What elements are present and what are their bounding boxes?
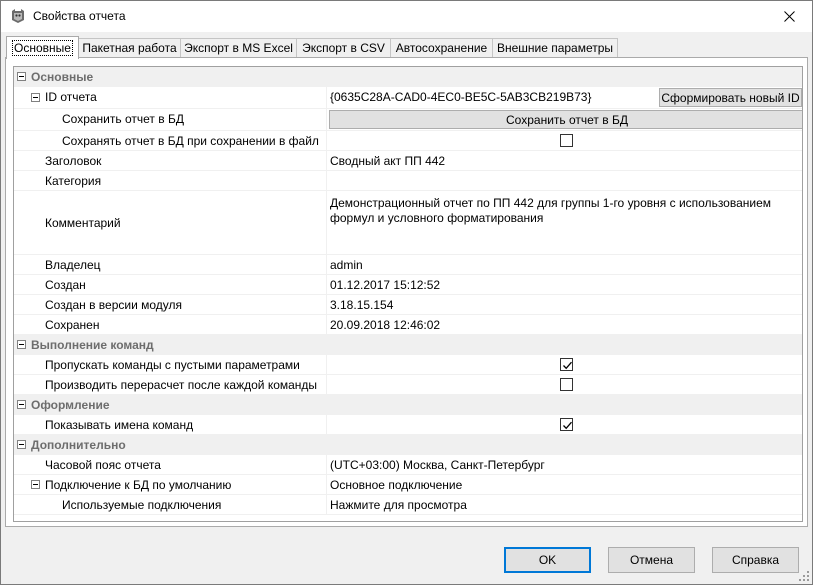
owner-value: admin	[330, 258, 363, 272]
save-db-on-file-checkbox[interactable]	[560, 134, 573, 147]
collapse-icon[interactable]	[31, 93, 40, 102]
close-icon	[783, 11, 795, 22]
db-connection-value[interactable]: Основное подключение	[330, 478, 462, 492]
created-value: 01.12.2017 15:12:52	[330, 278, 441, 292]
collapse-icon[interactable]	[17, 440, 26, 449]
category-main[interactable]: Основные	[14, 67, 802, 87]
category-additional[interactable]: Дополнительно	[14, 435, 802, 455]
checkmark-icon	[563, 421, 572, 430]
recalc-checkbox[interactable]	[560, 378, 573, 391]
tab-panel-main: Основные ID отчета {0635C28A-CAD0-4EC0-B…	[5, 57, 808, 527]
prop-row-skip-empty[interactable]: Пропускать команды с пустыми параметрами	[14, 355, 802, 375]
ok-button[interactable]: OK	[504, 547, 591, 573]
prop-row-saved[interactable]: Сохранен 20.09.2018 12:46:02	[14, 315, 802, 335]
show-names-checkbox[interactable]	[560, 418, 573, 431]
tab-csv-export[interactable]: Экспорт в CSV	[296, 38, 391, 57]
prop-row-recalc[interactable]: Производить перерасчет после каждой кома…	[14, 375, 802, 395]
created-version-value: 3.18.15.154	[330, 298, 394, 312]
app-icon	[10, 8, 26, 24]
tab-autosave[interactable]: Автосохранение	[390, 38, 493, 57]
category-design[interactable]: Оформление	[14, 395, 802, 415]
cancel-button[interactable]: Отмена	[608, 547, 695, 573]
title-bar: Свойства отчета	[1, 1, 812, 32]
prop-row-timezone[interactable]: Часовой пояс отчета (UTC+03:00) Москва, …	[14, 455, 802, 475]
save-to-db-button[interactable]: Сохранить отчет в БД	[329, 110, 802, 129]
collapse-icon[interactable]	[17, 340, 26, 349]
collapse-icon[interactable]	[17, 72, 26, 81]
timezone-value[interactable]: (UTC+03:00) Москва, Санкт-Петербург	[330, 458, 545, 472]
property-grid: Основные ID отчета {0635C28A-CAD0-4EC0-B…	[13, 66, 803, 522]
prop-row-header[interactable]: Заголовок Сводный акт ПП 442	[14, 151, 802, 171]
tab-main[interactable]: Основные	[6, 36, 79, 59]
help-button[interactable]: Справка	[712, 547, 799, 573]
prop-row-created-version[interactable]: Создан в версии модуля 3.18.15.154	[14, 295, 802, 315]
prop-row-db-connection[interactable]: Подключение к БД по умолчанию Основное п…	[14, 475, 802, 495]
prop-row-created[interactable]: Создан 01.12.2017 15:12:52	[14, 275, 802, 295]
prop-row-comment[interactable]: Комментарий Демонстрационный отчет по ПП…	[14, 191, 802, 255]
comment-value[interactable]: Демонстрационный отчет по ПП 442 для гру…	[330, 196, 792, 226]
prop-row-save-db-on-file[interactable]: Сохранять отчет в БД при сохранении в фа…	[14, 131, 802, 151]
tab-excel-export[interactable]: Экспорт в MS Excel	[180, 38, 297, 57]
prop-row-category[interactable]: Категория	[14, 171, 802, 191]
skip-empty-checkbox[interactable]	[560, 358, 573, 371]
prop-row-show-names[interactable]: Показывать имена команд	[14, 415, 802, 435]
prop-row-save-db[interactable]: Сохранить отчет в БД Сохранить отчет в Б…	[14, 109, 802, 131]
resize-grip-icon[interactable]	[798, 570, 810, 582]
id-value: {0635C28A-CAD0-4EC0-BE5C-5AB3CB219B73}	[330, 90, 592, 104]
saved-value: 20.09.2018 12:46:02	[330, 318, 441, 332]
category-command-execution[interactable]: Выполнение команд	[14, 335, 802, 355]
window-title: Свойства отчета	[33, 9, 126, 23]
header-value[interactable]: Сводный акт ПП 442	[330, 154, 445, 168]
report-properties-dialog: Свойства отчета Основные Пакетная работа…	[0, 0, 813, 585]
close-button[interactable]	[766, 1, 812, 32]
collapse-icon[interactable]	[17, 400, 26, 409]
tab-batch[interactable]: Пакетная работа	[78, 38, 181, 57]
prop-row-id[interactable]: ID отчета {0635C28A-CAD0-4EC0-BE5C-5AB3C…	[14, 87, 802, 109]
tab-strip: Основные Пакетная работа Экспорт в MS Ex…	[6, 36, 806, 59]
collapse-icon[interactable]	[31, 480, 40, 489]
prop-row-used-connections[interactable]: Используемые подключения Нажмите для про…	[14, 495, 802, 515]
prop-row-owner[interactable]: Владелец admin	[14, 255, 802, 275]
generate-new-id-button[interactable]: Сформировать новый ID	[659, 88, 802, 107]
used-connections-value[interactable]: Нажмите для просмотра	[330, 498, 467, 512]
checkmark-icon	[563, 361, 572, 370]
tab-external-params[interactable]: Внешние параметры	[492, 38, 618, 57]
